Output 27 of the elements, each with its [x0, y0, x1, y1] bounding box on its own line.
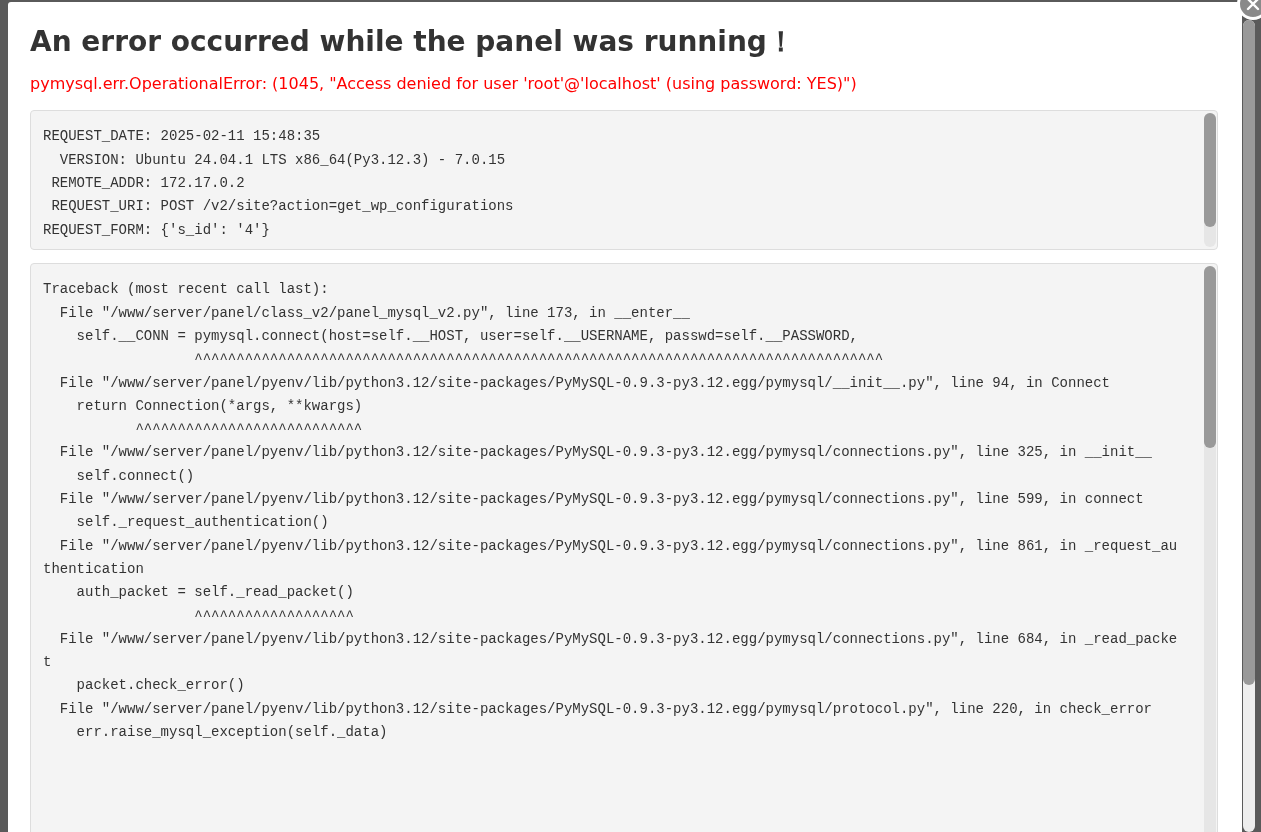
error-message: pymysql.err.OperationalError: (1045, "Access denied for user 'root'@'localhost' (using password: YES)") — [30, 73, 858, 96]
code-line: VERSION: Ubuntu 24.04.1 LTS x86_64(Py3.12.3) - 7.0.15 — [58, 150, 507, 170]
code-line: return Connection(*args, **kwargs) — [75, 396, 364, 416]
close-icon — [1246, 0, 1260, 11]
code-line: File "/www/server/panel/pyenv/lib/python3.12/site-packages/PyMySQL-0.9.3-py3.12.egg/pymysql/__init__.py", line 94, in Connect — [58, 373, 1111, 393]
code-line: REQUEST_DATE: 2025-02-11 15:48:35 — [43, 127, 322, 147]
code-line: ^^^^^^^^^^^^^^^^^^^^^^^^^^^ — [134, 420, 364, 440]
code-line: Traceback (most recent call last): — [43, 280, 330, 300]
code-line: err.raise_mysql_exception(self._data) — [75, 723, 389, 743]
code-line: auth_packet = self._read_packet() — [75, 583, 355, 603]
code-line: File "/www/server/panel/pyenv/lib/python3.12/site-packages/PyMySQL-0.9.3-py3.12.egg/pymysql/connections.py", line 325, in __init__ — [58, 443, 1153, 463]
code-line: File "/www/server/panel/pyenv/lib/python3.12/site-packages/PyMySQL-0.9.3-py3.12.egg/pymysql/protocol.py", line 220, in check_error — [58, 699, 1153, 719]
code-line: REQUEST_URI: POST /v2/site?action=get_wp_configurations — [50, 197, 515, 217]
code-line: self.__CONN = pymysql.connect(host=self.__HOST, user=self.__USERNAME, passwd=self.__PASSWORD, — [75, 327, 859, 346]
code-line: REQUEST_FORM: {'s_id': '4'} — [43, 220, 271, 240]
code-line: packet.check_error() — [75, 676, 246, 696]
scrollbar[interactable] — [1243, 20, 1255, 832]
dialog-title: An error occurred while the panel was running！ — [30, 24, 796, 60]
code-line: self.connect() — [75, 466, 196, 486]
scrollbar[interactable] — [1204, 113, 1216, 248]
code-line: File "/www/server/panel/class_v2/panel_mysql_v2.py", line 173, in __enter__ — [58, 303, 691, 323]
code-line: ^^^^^^^^^^^^^^^^^^^ — [193, 606, 355, 626]
code-line: REMOTE_ADDR: 172.17.0.2 — [50, 174, 246, 193]
code-line: ^^^^^^^^^^^^^^^^^^^^^^^^^^^^^^^^^^^^^^^^^^^^^^^^^^^^^^^^^^^^^^^^^^^^^^^^^^^^^^^^^^ — [193, 350, 885, 370]
scrollbar[interactable] — [1204, 266, 1216, 832]
code-line: self._request_authentication() — [75, 513, 330, 533]
code-line: File "/www/server/panel/pyenv/lib/python3.12/site-packages/PyMySQL-0.9.3-py3.12.egg/pymysql/connections.py", line 599, in connect — [58, 490, 1145, 510]
